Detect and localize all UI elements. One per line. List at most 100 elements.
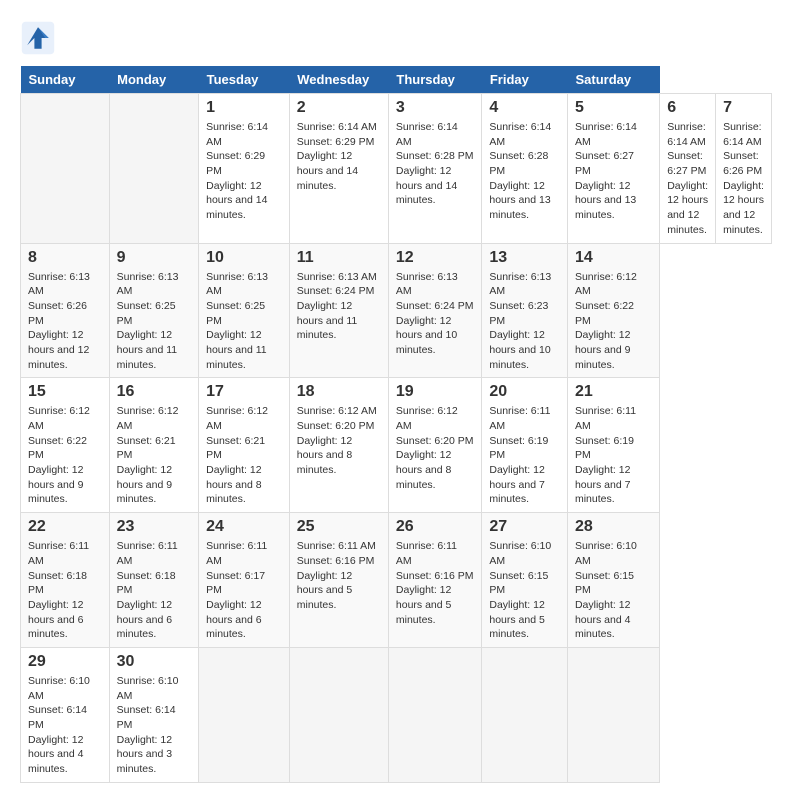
day-info: Sunrise: 6:11 AM Sunset: 6:18 PM Dayligh…: [28, 539, 102, 642]
day-number: 6: [667, 99, 708, 117]
daylight: Daylight: 12 hours and 5 minutes.: [489, 599, 544, 640]
day-cell-19: 19 Sunrise: 6:12 AM Sunset: 6:20 PM Dayl…: [388, 378, 481, 513]
page-header: [20, 20, 772, 56]
weekday-header-row: SundayMondayTuesdayWednesdayThursdayFrid…: [21, 66, 772, 94]
sunset: Sunset: 6:18 PM: [28, 570, 87, 597]
day-info: Sunrise: 6:13 AM Sunset: 6:26 PM Dayligh…: [28, 270, 102, 373]
weekday-header-thursday: Thursday: [388, 66, 481, 94]
day-cell-26: 26 Sunrise: 6:11 AM Sunset: 6:16 PM Dayl…: [388, 513, 481, 648]
day-number: 25: [297, 518, 381, 536]
day-number: 8: [28, 249, 102, 267]
sunset: Sunset: 6:16 PM: [297, 555, 375, 567]
daylight: Daylight: 12 hours and 6 minutes.: [28, 599, 83, 640]
sunset: Sunset: 6:28 PM: [489, 150, 548, 177]
day-number: 4: [489, 99, 560, 117]
day-info: Sunrise: 6:11 AM Sunset: 6:19 PM Dayligh…: [489, 404, 560, 507]
day-number: 21: [575, 383, 652, 401]
sunset: Sunset: 6:14 PM: [117, 704, 176, 731]
daylight: Daylight: 12 hours and 5 minutes.: [297, 570, 352, 611]
sunrise: Sunrise: 6:13 AM: [117, 271, 179, 298]
day-cell-22: 22 Sunrise: 6:11 AM Sunset: 6:18 PM Dayl…: [21, 513, 110, 648]
day-number: 24: [206, 518, 282, 536]
daylight: Daylight: 12 hours and 5 minutes.: [396, 584, 451, 625]
sunset: Sunset: 6:19 PM: [575, 435, 634, 462]
day-cell-3: 3 Sunrise: 6:14 AM Sunset: 6:28 PM Dayli…: [388, 94, 481, 244]
daylight: Daylight: 12 hours and 10 minutes.: [396, 315, 457, 356]
logo: [20, 20, 62, 56]
sunset: Sunset: 6:20 PM: [297, 420, 375, 432]
daylight: Daylight: 12 hours and 12 minutes.: [667, 180, 708, 236]
sunset: Sunset: 6:21 PM: [206, 435, 265, 462]
day-cell-15: 15 Sunrise: 6:12 AM Sunset: 6:22 PM Dayl…: [21, 378, 110, 513]
day-number: 1: [206, 99, 282, 117]
sunset: Sunset: 6:28 PM: [396, 150, 474, 162]
day-info: Sunrise: 6:12 AM Sunset: 6:20 PM Dayligh…: [297, 404, 381, 477]
weekday-header-monday: Monday: [109, 66, 199, 94]
day-info: Sunrise: 6:11 AM Sunset: 6:17 PM Dayligh…: [206, 539, 282, 642]
day-number: 14: [575, 249, 652, 267]
empty-cell: [21, 94, 110, 244]
day-number: 26: [396, 518, 474, 536]
day-number: 29: [28, 653, 102, 671]
sunset: Sunset: 6:25 PM: [117, 300, 176, 327]
sunrise: Sunrise: 6:12 AM: [297, 405, 377, 417]
day-info: Sunrise: 6:11 AM Sunset: 6:18 PM Dayligh…: [117, 539, 192, 642]
day-number: 16: [117, 383, 192, 401]
calendar-week-5: 29 Sunrise: 6:10 AM Sunset: 6:14 PM Dayl…: [21, 647, 772, 782]
day-number: 23: [117, 518, 192, 536]
sunset: Sunset: 6:17 PM: [206, 570, 265, 597]
day-info: Sunrise: 6:10 AM Sunset: 6:15 PM Dayligh…: [489, 539, 560, 642]
sunset: Sunset: 6:16 PM: [396, 570, 474, 582]
day-number: 19: [396, 383, 474, 401]
day-info: Sunrise: 6:14 AM Sunset: 6:26 PM Dayligh…: [723, 120, 764, 238]
sunset: Sunset: 6:15 PM: [575, 570, 634, 597]
sunset: Sunset: 6:22 PM: [575, 300, 634, 327]
day-cell-30: 30 Sunrise: 6:10 AM Sunset: 6:14 PM Dayl…: [109, 647, 199, 782]
day-info: Sunrise: 6:14 AM Sunset: 6:29 PM Dayligh…: [297, 120, 381, 193]
day-info: Sunrise: 6:14 AM Sunset: 6:28 PM Dayligh…: [489, 120, 560, 223]
day-number: 3: [396, 99, 474, 117]
sunset: Sunset: 6:27 PM: [575, 150, 634, 177]
daylight: Daylight: 12 hours and 7 minutes.: [575, 464, 630, 505]
sunset: Sunset: 6:22 PM: [28, 435, 87, 462]
day-cell-12: 12 Sunrise: 6:13 AM Sunset: 6:24 PM Dayl…: [388, 243, 481, 378]
day-info: Sunrise: 6:14 AM Sunset: 6:27 PM Dayligh…: [575, 120, 652, 223]
sunset: Sunset: 6:29 PM: [297, 136, 375, 148]
sunrise: Sunrise: 6:12 AM: [575, 271, 637, 298]
daylight: Daylight: 12 hours and 14 minutes.: [396, 165, 457, 206]
day-cell-5: 5 Sunrise: 6:14 AM Sunset: 6:27 PM Dayli…: [567, 94, 659, 244]
daylight: Daylight: 12 hours and 8 minutes.: [206, 464, 261, 505]
day-number: 18: [297, 383, 381, 401]
sunrise: Sunrise: 6:14 AM: [396, 121, 458, 148]
day-info: Sunrise: 6:13 AM Sunset: 6:24 PM Dayligh…: [297, 270, 381, 343]
day-number: 20: [489, 383, 560, 401]
day-cell-6: 6 Sunrise: 6:14 AM Sunset: 6:27 PM Dayli…: [660, 94, 716, 244]
day-cell-25: 25 Sunrise: 6:11 AM Sunset: 6:16 PM Dayl…: [289, 513, 388, 648]
day-cell-29: 29 Sunrise: 6:10 AM Sunset: 6:14 PM Dayl…: [21, 647, 110, 782]
empty-cell: [482, 647, 568, 782]
sunrise: Sunrise: 6:13 AM: [28, 271, 90, 298]
sunset: Sunset: 6:19 PM: [489, 435, 548, 462]
sunrise: Sunrise: 6:11 AM: [297, 540, 376, 552]
day-number: 13: [489, 249, 560, 267]
sunrise: Sunrise: 6:11 AM: [206, 540, 267, 567]
empty-cell: [199, 647, 290, 782]
day-info: Sunrise: 6:11 AM Sunset: 6:16 PM Dayligh…: [297, 539, 381, 612]
day-cell-13: 13 Sunrise: 6:13 AM Sunset: 6:23 PM Dayl…: [482, 243, 568, 378]
day-number: 12: [396, 249, 474, 267]
day-info: Sunrise: 6:11 AM Sunset: 6:19 PM Dayligh…: [575, 404, 652, 507]
day-number: 27: [489, 518, 560, 536]
sunset: Sunset: 6:26 PM: [28, 300, 87, 327]
day-info: Sunrise: 6:13 AM Sunset: 6:25 PM Dayligh…: [117, 270, 192, 373]
weekday-header-sunday: Sunday: [21, 66, 110, 94]
day-info: Sunrise: 6:12 AM Sunset: 6:22 PM Dayligh…: [28, 404, 102, 507]
sunrise: Sunrise: 6:10 AM: [575, 540, 637, 567]
calendar-week-3: 15 Sunrise: 6:12 AM Sunset: 6:22 PM Dayl…: [21, 378, 772, 513]
day-number: 30: [117, 653, 192, 671]
empty-cell: [388, 647, 481, 782]
sunrise: Sunrise: 6:12 AM: [117, 405, 179, 432]
day-cell-9: 9 Sunrise: 6:13 AM Sunset: 6:25 PM Dayli…: [109, 243, 199, 378]
logo-icon: [20, 20, 56, 56]
daylight: Daylight: 12 hours and 11 minutes.: [206, 329, 267, 370]
day-number: 15: [28, 383, 102, 401]
